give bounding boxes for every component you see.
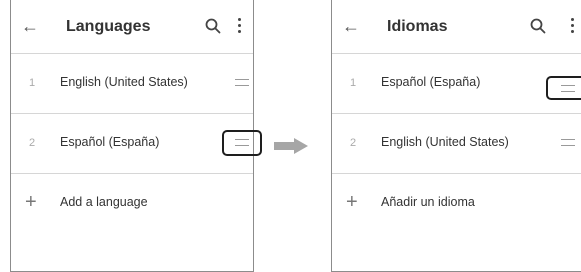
plus-icon: + <box>25 191 37 213</box>
back-arrow-icon[interactable]: ← <box>21 17 39 35</box>
search-icon[interactable] <box>204 17 222 35</box>
add-language-label: Add a language <box>60 195 148 209</box>
language-item[interactable]: 1 English (United States) <box>11 55 253 114</box>
language-label: Español (España) <box>60 135 160 149</box>
more-options-icon[interactable] <box>235 16 243 36</box>
page-title: Idiomas <box>387 18 448 35</box>
search-icon[interactable] <box>529 17 547 35</box>
languages-screen: ← Languages 1 English (United States) 2 … <box>10 0 262 272</box>
language-item[interactable]: 2 English (United States) <box>332 115 581 174</box>
language-index: 1 <box>29 77 36 89</box>
add-language-button[interactable]: + Añadir un idioma <box>332 175 581 234</box>
drag-handle-icon[interactable] <box>235 139 249 146</box>
language-item[interactable]: 2 Español (España) <box>11 115 262 174</box>
language-item[interactable]: 1 Español (España) <box>332 55 581 114</box>
language-label: English (United States) <box>60 75 188 89</box>
language-index: 2 <box>350 137 357 149</box>
drag-handle-icon[interactable] <box>561 139 575 146</box>
idiomas-screen: ← Idiomas 1 Español (España) 2 English (… <box>331 0 581 272</box>
add-language-label: Añadir un idioma <box>381 195 475 209</box>
toolbar: ← Languages <box>11 0 253 54</box>
toolbar: ← Idiomas <box>332 0 581 54</box>
language-label: Español (España) <box>381 75 481 89</box>
more-options-icon[interactable] <box>568 16 576 36</box>
page-title: Languages <box>66 18 151 35</box>
language-index: 1 <box>350 77 357 89</box>
drag-handle-icon[interactable] <box>235 79 249 86</box>
back-arrow-icon[interactable]: ← <box>342 17 360 35</box>
drag-handle-icon[interactable] <box>561 85 575 92</box>
plus-icon: + <box>346 191 358 213</box>
language-label: English (United States) <box>381 135 509 149</box>
language-index: 2 <box>29 137 36 149</box>
add-language-button[interactable]: + Add a language <box>11 175 253 234</box>
right-arrow-icon <box>274 138 308 154</box>
